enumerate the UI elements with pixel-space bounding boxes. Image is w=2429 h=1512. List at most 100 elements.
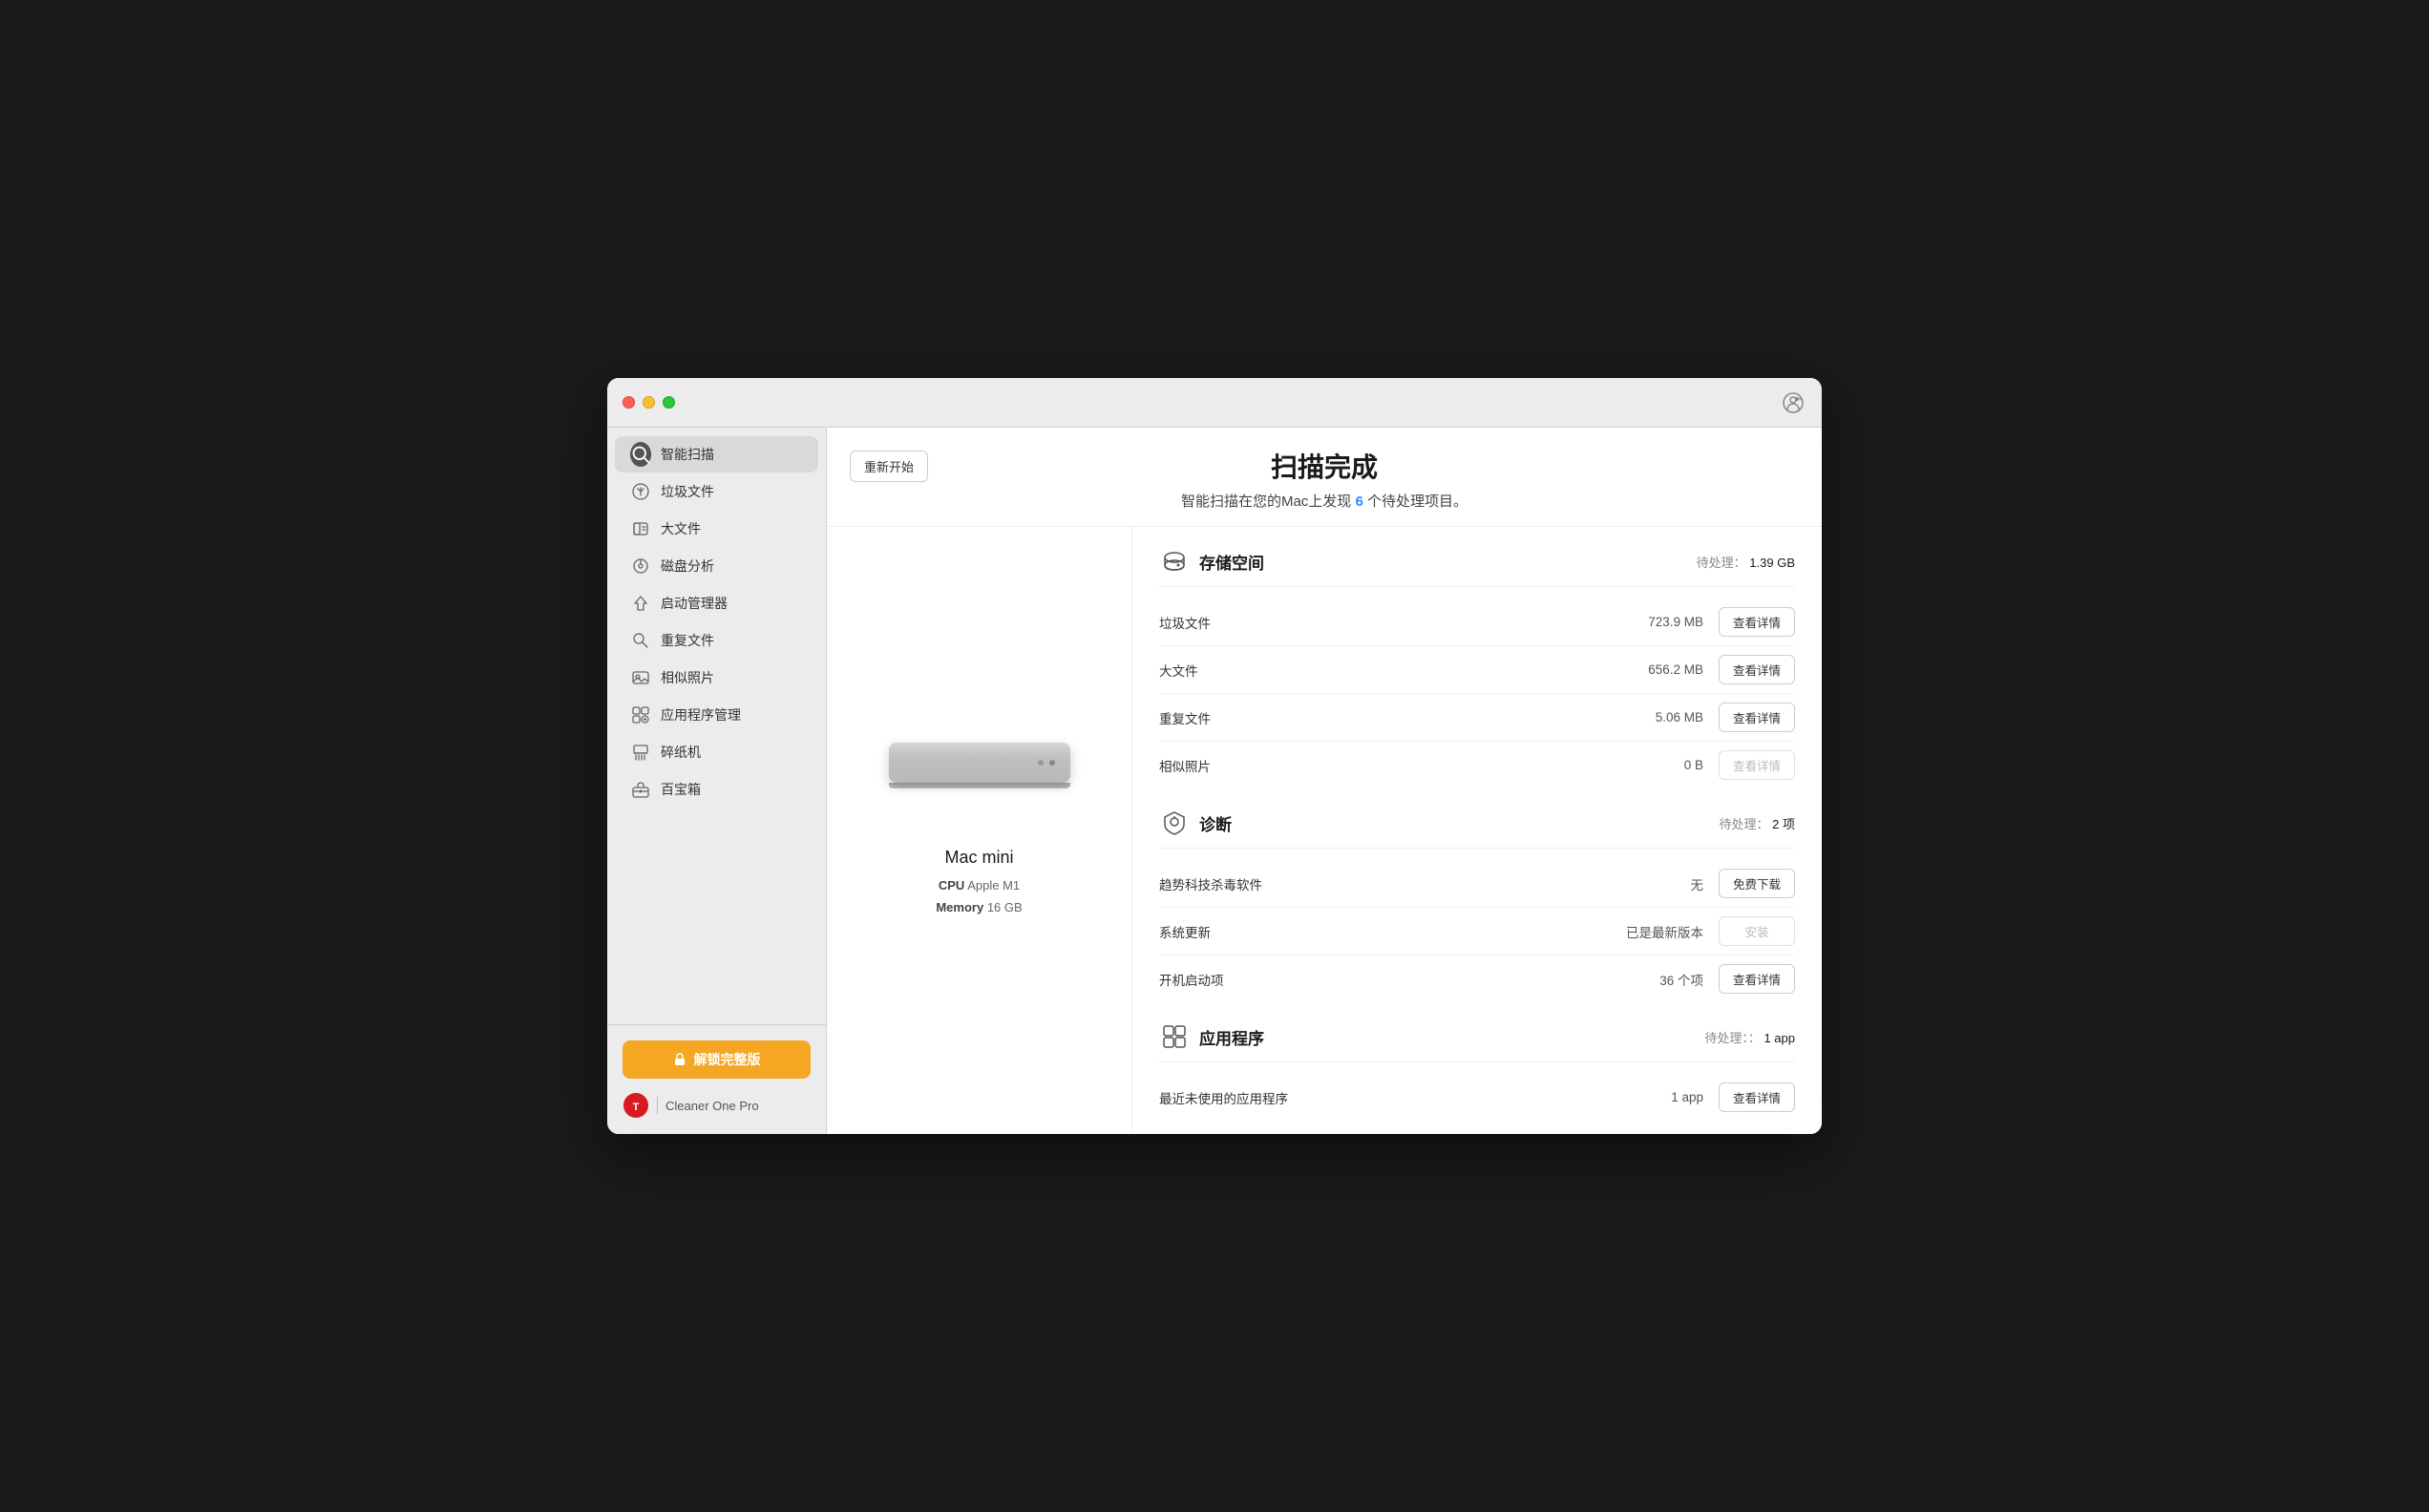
sidebar-item-label: 碎纸机 xyxy=(661,743,701,762)
svg-text:T: T xyxy=(633,1102,640,1113)
sidebar-bottom: 解锁完整版 T Cleaner One Pro xyxy=(607,1024,826,1134)
storage-section-header: 存储空间 待处理： 1.39 GB xyxy=(1159,546,1795,587)
sidebar-item-label: 磁盘分析 xyxy=(661,556,714,576)
view-details-button[interactable]: 查看详情 xyxy=(1719,1082,1795,1112)
scan-subtitle: 智能扫描在您的Mac上发现 6 个待处理项目。 xyxy=(850,491,1799,511)
diagnosis-section: 诊断 待处理： 2 项 趋势科技杀毒软件 无 免费下载 xyxy=(1159,808,1795,1002)
close-button[interactable] xyxy=(623,396,635,409)
unlock-button[interactable]: 解锁完整版 xyxy=(623,1040,811,1079)
app-icon xyxy=(1780,389,1806,416)
titlebar xyxy=(607,378,1822,428)
sidebar-item-label: 百宝箱 xyxy=(661,780,701,799)
storage-section: 存储空间 待处理： 1.39 GB 垃圾文件 723.9 MB 查看详情 xyxy=(1159,546,1795,788)
row-label: 大文件 xyxy=(1159,661,1627,680)
mac-mini-power-dot xyxy=(1049,760,1055,766)
content-body: Mac mini CPU Apple M1 Memory 16 GB xyxy=(827,527,1822,1134)
row-value: 无 xyxy=(1627,874,1703,893)
subtitle-suffix: 个待处理项目。 xyxy=(1367,494,1468,510)
view-details-button[interactable]: 查看详情 xyxy=(1719,703,1795,732)
sidebar-item-large-files[interactable]: 大文件 xyxy=(615,511,818,547)
view-details-button[interactable]: 查看详情 xyxy=(1719,607,1795,637)
restart-button[interactable]: 重新开始 xyxy=(850,451,928,482)
row-label: 相似照片 xyxy=(1159,756,1627,775)
device-panel: Mac mini CPU Apple M1 Memory 16 GB xyxy=(827,527,1132,1134)
storage-meta-value: 1.39 GB xyxy=(1749,556,1795,570)
content-area: 重新开始 扫描完成 智能扫描在您的Mac上发现 6 个待处理项目。 xyxy=(827,428,1822,1134)
sidebar-item-smart-scan[interactable]: 智能扫描 xyxy=(615,436,818,472)
sidebar-item-app-management[interactable]: 应用程序管理 xyxy=(615,697,818,733)
row-label: 系统更新 xyxy=(1159,922,1626,941)
mac-mini-image xyxy=(884,743,1075,829)
subtitle-count: 6 xyxy=(1355,494,1362,510)
sidebar-item-junk-files[interactable]: 垃圾文件 xyxy=(615,473,818,510)
sidebar-item-label: 重复文件 xyxy=(661,631,714,650)
row-value: 36 个项 xyxy=(1627,970,1703,989)
sidebar-item-shredder[interactable]: 碎纸机 xyxy=(615,734,818,770)
storage-title: 存储空间 xyxy=(1199,550,1264,574)
device-name: Mac mini xyxy=(944,848,1013,868)
sidebar-item-similar-photos[interactable]: 相似照片 xyxy=(615,660,818,696)
subtitle-prefix: 智能扫描在您的Mac上发现 xyxy=(1181,494,1351,510)
maximize-button[interactable] xyxy=(663,396,675,409)
sidebar-item-label: 大文件 xyxy=(661,519,701,538)
sidebar: 智能扫描 垃圾文件 xyxy=(607,428,827,1134)
sidebar-nav: 智能扫描 垃圾文件 xyxy=(607,428,826,1024)
apps-meta-value: 1 app xyxy=(1764,1031,1795,1045)
view-details-button-disabled: 查看详情 xyxy=(1719,750,1795,780)
app-window: 智能扫描 垃圾文件 xyxy=(607,378,1822,1134)
sidebar-item-label: 相似照片 xyxy=(661,668,714,687)
apps-title: 应用程序 xyxy=(1199,1025,1264,1049)
storage-title-row: 存储空间 xyxy=(1159,546,1264,577)
sidebar-item-label: 启动管理器 xyxy=(661,594,728,613)
view-details-button[interactable]: 查看详情 xyxy=(1719,655,1795,684)
free-download-button[interactable]: 免费下载 xyxy=(1719,869,1795,898)
apps-meta: 待处理：： 1 app xyxy=(1704,1028,1795,1046)
row-label: 重复文件 xyxy=(1159,708,1627,727)
sidebar-item-toolbox[interactable]: 百宝箱 xyxy=(615,771,818,808)
trend-micro-logo: T xyxy=(623,1092,649,1119)
row-label: 最近未使用的应用程序 xyxy=(1159,1088,1627,1107)
traffic-lights xyxy=(623,396,675,409)
apps-meta-prefix: 待处理：： xyxy=(1704,1031,1761,1045)
shredder-icon xyxy=(630,742,651,763)
sidebar-item-disk-analysis[interactable]: 磁盘分析 xyxy=(615,548,818,584)
storage-meta-prefix: 待处理： xyxy=(1697,556,1746,570)
diagnosis-meta-value: 2 项 xyxy=(1772,817,1795,831)
similar-photos-icon xyxy=(630,667,651,688)
results-panel: 存储空间 待处理： 1.39 GB 垃圾文件 723.9 MB 查看详情 xyxy=(1132,527,1822,1134)
sidebar-item-duplicate-files[interactable]: 重复文件 xyxy=(615,622,818,659)
table-row: 趋势科技杀毒软件 无 免费下载 xyxy=(1159,860,1795,908)
row-label: 垃圾文件 xyxy=(1159,613,1627,632)
view-details-button[interactable]: 查看详情 xyxy=(1719,964,1795,994)
junk-files-icon xyxy=(630,481,651,502)
diagnosis-title: 诊断 xyxy=(1199,811,1232,835)
row-value: 5.06 MB xyxy=(1627,710,1703,724)
app-management-icon xyxy=(630,704,651,725)
table-row: 开机启动项 36 个项 查看详情 xyxy=(1159,956,1795,1002)
table-row: 垃圾文件 723.9 MB 查看详情 xyxy=(1159,598,1795,646)
row-value: 656.2 MB xyxy=(1627,662,1703,677)
table-row: 大文件 656.2 MB 查看详情 xyxy=(1159,646,1795,694)
sidebar-item-label: 智能扫描 xyxy=(661,445,714,464)
row-label: 开机启动项 xyxy=(1159,970,1627,989)
brand-divider xyxy=(657,1097,658,1114)
brand-name: Cleaner One Pro xyxy=(665,1099,759,1113)
startup-manager-icon xyxy=(630,593,651,614)
table-row: 重复文件 5.06 MB 查看详情 xyxy=(1159,694,1795,742)
install-button-disabled: 安装 xyxy=(1719,916,1795,946)
row-value: 723.9 MB xyxy=(1627,615,1703,629)
sidebar-item-label: 垃圾文件 xyxy=(661,482,714,501)
diagnosis-meta: 待处理： 2 项 xyxy=(1720,814,1795,832)
sidebar-item-startup-manager[interactable]: 启动管理器 xyxy=(615,585,818,621)
device-info: CPU Apple M1 Memory 16 GB xyxy=(936,875,1022,917)
diagnosis-icon xyxy=(1159,808,1190,838)
memory-info: Memory 16 GB xyxy=(936,897,1022,918)
sidebar-item-label: 应用程序管理 xyxy=(661,705,741,724)
table-row: 相似照片 0 B 查看详情 xyxy=(1159,742,1795,788)
toolbox-icon xyxy=(630,779,651,800)
apps-icon xyxy=(1159,1021,1190,1052)
storage-meta: 待处理： 1.39 GB xyxy=(1697,553,1795,571)
row-label: 趋势科技杀毒软件 xyxy=(1159,874,1627,893)
minimize-button[interactable] xyxy=(643,396,655,409)
mac-mini-body xyxy=(889,743,1070,783)
